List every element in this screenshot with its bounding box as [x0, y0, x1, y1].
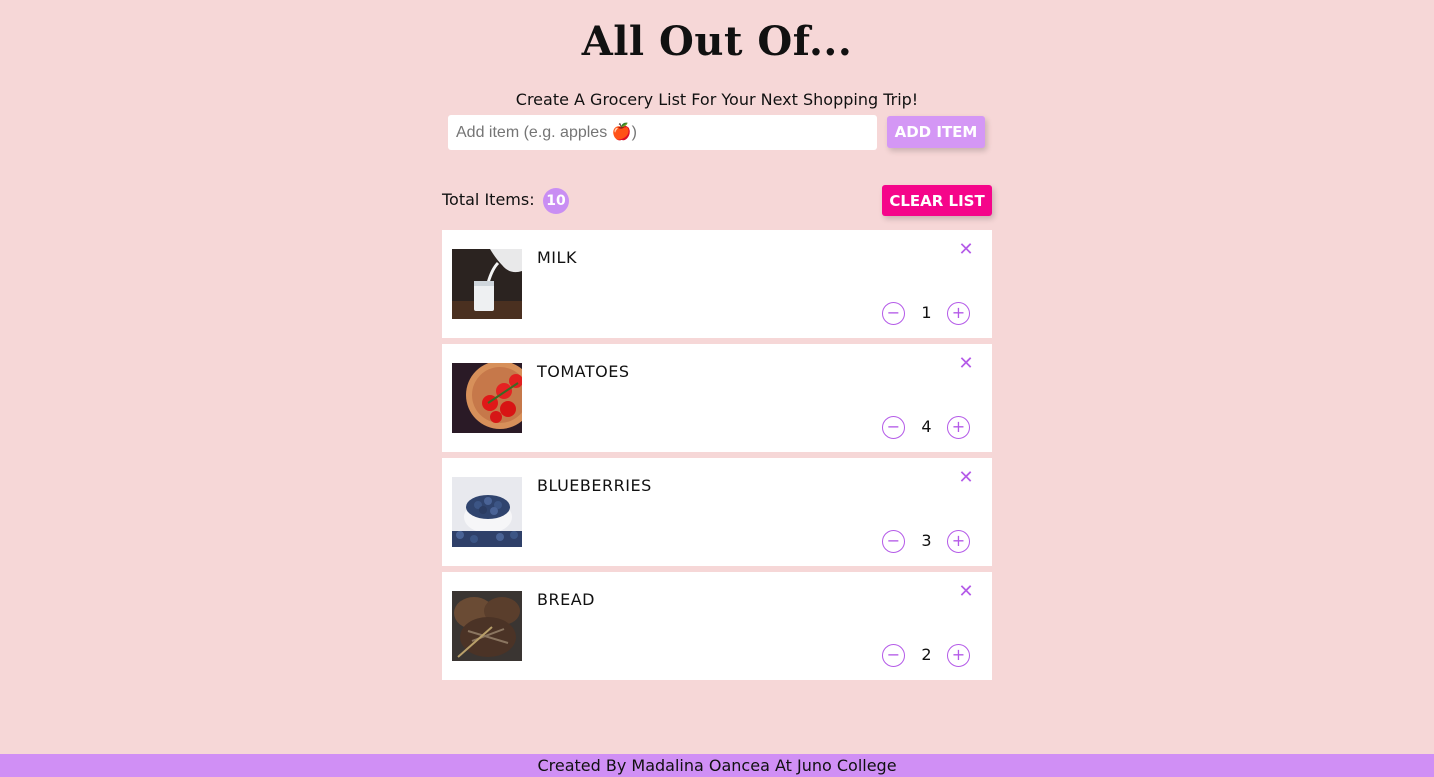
total-items-badge: 10: [543, 188, 569, 214]
list-item: TOMATOES ✕ − 4 +: [442, 344, 992, 452]
plus-circle-icon[interactable]: +: [947, 644, 970, 667]
quantity-stepper: − 1 +: [882, 302, 972, 326]
minus-circle-icon[interactable]: −: [882, 644, 905, 667]
milk-image: [452, 249, 522, 319]
item-name: BLUEBERRIES: [537, 476, 652, 495]
minus-circle-icon[interactable]: −: [882, 302, 905, 325]
plus-circle-icon[interactable]: +: [947, 416, 970, 439]
total-items-label: Total Items:: [442, 190, 535, 209]
page-subtitle: Create A Grocery List For Your Next Shop…: [515, 90, 919, 109]
item-quantity: 4: [921, 417, 932, 436]
add-item-button[interactable]: ADD ITEM: [887, 116, 985, 148]
item-quantity: 2: [921, 645, 932, 664]
footer: Created By Madalina Oancea At Juno Colle…: [0, 754, 1434, 777]
quantity-stepper: − 2 +: [882, 644, 972, 668]
plus-circle-icon[interactable]: +: [947, 302, 970, 325]
close-icon[interactable]: ✕: [956, 354, 976, 374]
add-item-input[interactable]: [448, 115, 877, 150]
page-title: All Out Of...: [581, 18, 853, 65]
tomatoes-image: [452, 363, 522, 433]
item-quantity: 3: [921, 531, 932, 550]
minus-circle-icon[interactable]: −: [882, 416, 905, 439]
quantity-stepper: − 4 +: [882, 416, 972, 440]
clear-list-button[interactable]: CLEAR LIST: [882, 185, 992, 216]
item-quantity: 1: [921, 303, 932, 322]
plus-circle-icon[interactable]: +: [947, 530, 970, 553]
list-item: MILK ✕ − 1 +: [442, 230, 992, 338]
close-icon[interactable]: ✕: [956, 240, 976, 260]
close-icon[interactable]: ✕: [956, 582, 976, 602]
add-item-form: ADD ITEM: [448, 115, 988, 151]
blueberries-image: [452, 477, 522, 547]
list-item: BREAD ✕ − 2 +: [442, 572, 992, 680]
close-icon[interactable]: ✕: [956, 468, 976, 488]
item-name: MILK: [537, 248, 577, 267]
list-item: BLUEBERRIES ✕ − 3 +: [442, 458, 992, 566]
grocery-list: MILK ✕ − 1 + TOMATOES ✕ − 4 + BLUEBERRIE…: [442, 230, 992, 686]
minus-circle-icon[interactable]: −: [882, 530, 905, 553]
item-name: BREAD: [537, 590, 595, 609]
bread-image: [452, 591, 522, 661]
footer-credit: Created By Madalina Oancea At Juno Colle…: [537, 756, 897, 775]
quantity-stepper: − 3 +: [882, 530, 972, 554]
item-name: TOMATOES: [537, 362, 630, 381]
